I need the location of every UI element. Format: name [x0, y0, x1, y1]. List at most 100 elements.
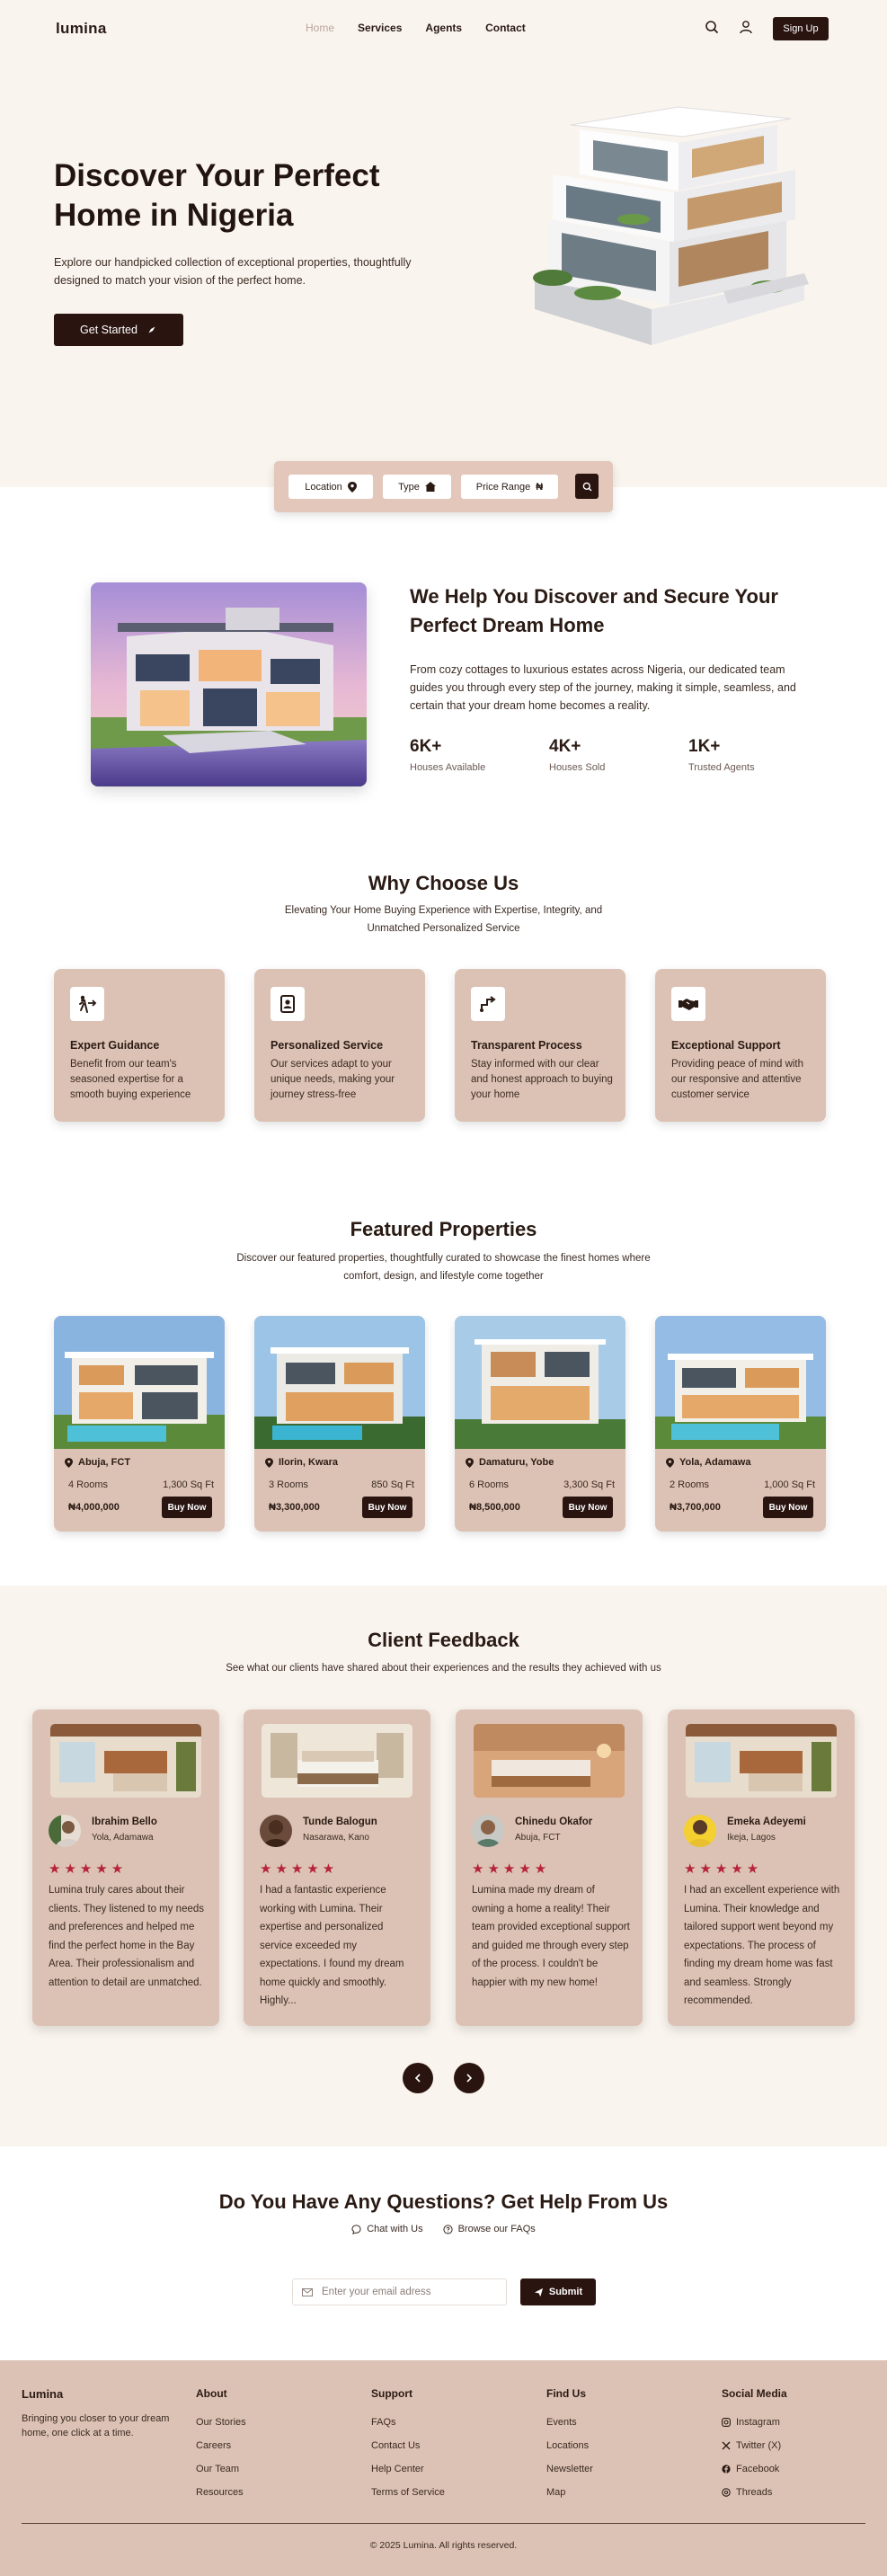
- stat-houses-sold: 4K+ Houses Sold: [549, 737, 605, 773]
- compass-icon: [146, 324, 157, 335]
- stat-label: Houses Available: [410, 762, 486, 773]
- footer-link[interactable]: Contact Us: [371, 2434, 445, 2457]
- why-card-text: Providing peace of mind with our respons…: [671, 1059, 804, 1100]
- footer-social-label: Threads: [736, 2487, 773, 2498]
- sign-up-button[interactable]: Sign Up: [773, 17, 829, 40]
- buy-now-button[interactable]: Buy Now: [162, 1497, 212, 1518]
- nav-icons: [705, 20, 753, 34]
- footer-logo[interactable]: Lumina: [22, 2387, 174, 2401]
- footer-link[interactable]: Events: [546, 2411, 593, 2434]
- hero-subtitle: Explore our handpicked collection of exc…: [54, 256, 412, 287]
- nav-link-contact[interactable]: Contact: [485, 22, 526, 34]
- property-location-text: Yola, Adamawa: [679, 1457, 751, 1468]
- footer-link[interactable]: Map: [546, 2481, 593, 2504]
- footer-link[interactable]: Locations: [546, 2434, 593, 2457]
- submit-label: Submit: [548, 2287, 583, 2297]
- email-field[interactable]: Enter your email adress: [292, 2278, 507, 2305]
- property-location: Abuja, FCT: [65, 1457, 130, 1468]
- featured-subtitle: Discover our featured properties, though…: [0, 1249, 887, 1285]
- footer-col-find-us: Find Us Events Locations Newsletter Map: [546, 2387, 593, 2504]
- type-filter[interactable]: Type: [383, 475, 451, 499]
- why-card-personalized-service: Personalized Service Our services adapt …: [254, 969, 425, 1122]
- search-icon[interactable]: [705, 20, 719, 34]
- footer-link[interactable]: Our Team: [196, 2457, 246, 2481]
- property-card[interactable]: Ilorin, Kwara 3 Rooms 850 Sq Ft ₦3,300,0…: [254, 1316, 425, 1532]
- price-range-label: Price Range: [475, 481, 531, 493]
- feedback-title: Client Feedback: [368, 1629, 519, 1651]
- footer-col-title: Find Us: [546, 2387, 586, 2400]
- nav-link-home[interactable]: Home: [306, 22, 334, 34]
- property-price: ₦8,500,000: [469, 1502, 520, 1513]
- price-range-filter[interactable]: Price Range ₦: [461, 475, 558, 499]
- footer-link[interactable]: Help Center: [371, 2457, 445, 2481]
- feedback-subtitle: See what our clients have shared about t…: [226, 1663, 661, 1674]
- chat-with-us-link[interactable]: Chat with Us: [351, 2224, 423, 2234]
- avatar: [49, 1815, 81, 1847]
- property-card[interactable]: Yola, Adamawa 2 Rooms 1,000 Sq Ft ₦3,700…: [655, 1316, 826, 1532]
- id-badge-icon: [271, 987, 305, 1021]
- why-card-text: Stay informed with our clear and honest …: [471, 1059, 613, 1100]
- footer-social-threads[interactable]: Threads: [722, 2481, 787, 2504]
- star-rating: ★★★★★: [684, 1861, 763, 1877]
- submit-button[interactable]: Submit: [520, 2278, 596, 2305]
- property-card[interactable]: Damaturu, Yobe 6 Rooms 3,300 Sq Ft ₦8,50…: [455, 1316, 625, 1532]
- carousel-prev-button[interactable]: [403, 2063, 433, 2093]
- review-text: Lumina truly cares about their clients. …: [49, 1885, 205, 1988]
- footer-social-twitter[interactable]: Twitter (X): [722, 2434, 787, 2457]
- feedback-card: Emeka Adeyemi Ikeja, Lagos ★★★★★ I had a…: [668, 1710, 855, 2026]
- user-icon[interactable]: [739, 20, 753, 34]
- property-location-text: Abuja, FCT: [78, 1457, 131, 1468]
- site-logo[interactable]: lumina: [56, 20, 107, 38]
- why-card-expert-guidance: Expert Guidance Benefit from our team's …: [54, 969, 225, 1122]
- property-card[interactable]: Abuja, FCT 4 Rooms 1,300 Sq Ft ₦4,000,00…: [54, 1316, 225, 1532]
- stat-number: 6K+: [410, 737, 442, 756]
- footer-col-title: About: [196, 2387, 227, 2400]
- footer-col-support: Support FAQs Contact Us Help Center Term…: [371, 2387, 445, 2504]
- buy-now-button[interactable]: Buy Now: [563, 1497, 613, 1518]
- house-icon: [424, 482, 436, 492]
- footer-link[interactable]: Newsletter: [546, 2457, 593, 2481]
- about-text: From cozy cottages to luxurious estates …: [410, 663, 796, 712]
- property-search-bar: Location Type Price Range ₦: [274, 461, 613, 512]
- carousel-next-button[interactable]: [454, 2063, 484, 2093]
- property-image: [54, 1316, 225, 1449]
- get-started-label: Get Started: [80, 324, 137, 336]
- footer-social-instagram[interactable]: Instagram: [722, 2411, 787, 2434]
- avatar: [260, 1815, 292, 1847]
- search-submit-button[interactable]: [575, 474, 599, 499]
- browse-faqs-link[interactable]: Browse our FAQs: [442, 2224, 536, 2234]
- footer-link[interactable]: FAQs: [371, 2411, 445, 2434]
- feedback-interior-image: [262, 1724, 412, 1798]
- send-icon: [534, 2287, 544, 2297]
- why-card-text: Our services adapt to your unique needs,…: [271, 1059, 395, 1100]
- x-twitter-icon: [722, 2441, 731, 2450]
- footer-brand: Lumina Bringing you closer to your dream…: [22, 2387, 174, 2440]
- feedback-interior-image: [50, 1724, 201, 1798]
- get-started-button[interactable]: Get Started: [54, 314, 183, 346]
- feedback-interior-image: [474, 1724, 625, 1798]
- why-subtitle-line-1: Elevating Your Home Buying Experience wi…: [284, 905, 603, 916]
- about-house-image: [91, 582, 367, 786]
- footer-link[interactable]: Careers: [196, 2434, 246, 2457]
- why-card-title: Transparent Process: [471, 1039, 582, 1052]
- property-location: Damaturu, Yobe: [466, 1457, 554, 1468]
- property-rooms: 4 Rooms: [68, 1479, 109, 1490]
- nav-link-agents[interactable]: Agents: [425, 22, 462, 34]
- feedback-card: Tunde Balogun Nasarawa, Kano ★★★★★ I had…: [244, 1710, 430, 2026]
- nav-link-services[interactable]: Services: [358, 22, 402, 34]
- naira-icon: ₦: [536, 481, 544, 493]
- footer-social-label: Facebook: [736, 2464, 780, 2474]
- reviewer-location: Ikeja, Lagos: [727, 1833, 776, 1843]
- footer-link[interactable]: Resources: [196, 2481, 246, 2504]
- footer-link[interactable]: Terms of Service: [371, 2481, 445, 2504]
- footer-link[interactable]: Our Stories: [196, 2411, 246, 2434]
- buy-now-button[interactable]: Buy Now: [362, 1497, 412, 1518]
- location-filter[interactable]: Location: [288, 475, 373, 499]
- property-image: [254, 1316, 425, 1449]
- buy-now-button[interactable]: Buy Now: [763, 1497, 813, 1518]
- reviewer-location: Yola, Adamawa: [92, 1833, 154, 1843]
- property-rooms: 3 Rooms: [269, 1479, 309, 1490]
- footer-social-facebook[interactable]: Facebook: [722, 2457, 787, 2481]
- property-size: 3,300 Sq Ft: [563, 1479, 615, 1490]
- property-location-text: Damaturu, Yobe: [479, 1457, 554, 1468]
